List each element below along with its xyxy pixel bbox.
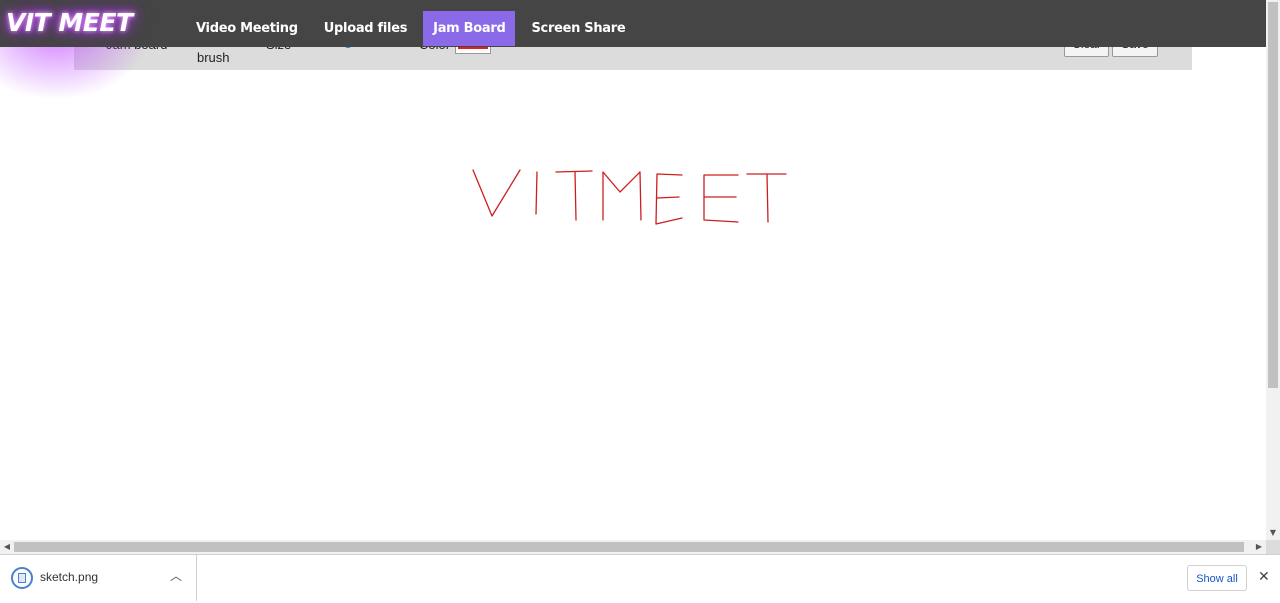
- stroke-letter-i: [535, 171, 538, 215]
- tab-screen-share[interactable]: Screen Share: [521, 11, 635, 46]
- nav-tabs: Video Meeting Upload files Jam Board Scr…: [186, 11, 641, 46]
- tab-jam-board[interactable]: Jam Board: [423, 11, 516, 46]
- scroll-left-arrow-icon[interactable]: ◀: [1, 540, 13, 554]
- stroke-letter-e2: [703, 174, 739, 223]
- stroke-letter-e1: [655, 173, 683, 225]
- stroke-letter-e1-mid: [656, 196, 680, 199]
- stroke-letter-t2-stem: [766, 173, 769, 223]
- scrollbar-corner: [1266, 540, 1280, 554]
- tool-label: brush: [197, 50, 230, 65]
- stroke-letter-t-stem: [574, 171, 577, 221]
- scroll-down-arrow-icon[interactable]: ▼: [1266, 527, 1280, 539]
- logo[interactable]: VIT MEET: [2, 6, 137, 40]
- horizontal-scrollbar[interactable]: ◀ ▶: [0, 540, 1266, 554]
- file-icon: [11, 567, 33, 589]
- stroke-letter-v: [472, 169, 521, 217]
- chevron-up-icon[interactable]: ︿: [170, 567, 182, 584]
- download-bar: sketch.png ︿ Show all ✕: [0, 554, 1280, 603]
- scroll-right-arrow-icon[interactable]: ▶: [1253, 540, 1265, 554]
- stroke-letter-t-bar: [555, 170, 593, 173]
- show-all-button[interactable]: Show all: [1187, 565, 1247, 591]
- close-icon[interactable]: ✕: [1258, 569, 1270, 585]
- download-item[interactable]: sketch.png ︿: [0, 555, 197, 601]
- horizontal-scroll-thumb[interactable]: [14, 542, 1244, 552]
- handwritten-strokes: [472, 169, 787, 225]
- top-nav-bar: VIT MEET Video Meeting Upload files Jam …: [0, 0, 1266, 47]
- stroke-letter-m: [602, 171, 642, 221]
- tab-upload-files[interactable]: Upload files: [314, 11, 417, 46]
- vertical-scrollbar[interactable]: ▼: [1266, 0, 1280, 541]
- tab-video-meeting[interactable]: Video Meeting: [186, 11, 308, 46]
- canvas-drawing: [472, 169, 787, 225]
- download-file-name[interactable]: sketch.png: [40, 570, 98, 584]
- vertical-scroll-thumb[interactable]: [1268, 2, 1278, 388]
- drawing-canvas[interactable]: [0, 70, 1266, 540]
